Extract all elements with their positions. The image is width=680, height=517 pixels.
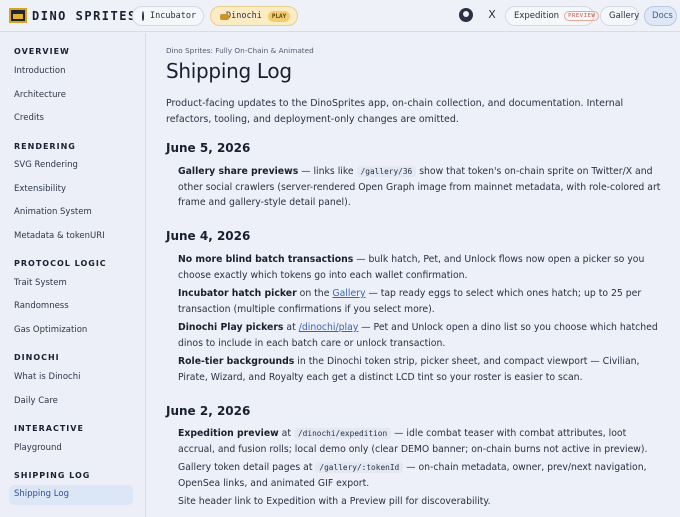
sidebar-item-label: Shipping Log bbox=[14, 489, 69, 499]
intro-paragraph: Product-facing updates to the DinoSprite… bbox=[166, 98, 624, 125]
date-heading: June 4, 2026 bbox=[166, 229, 251, 243]
sidebar-item-gas-optimization[interactable]: Gas Optimization bbox=[14, 325, 87, 335]
sidebar-section-title: PROTOCOL LOGIC bbox=[14, 259, 107, 268]
inline-code: /gallery/:tokenId bbox=[315, 462, 404, 473]
site-logo[interactable]: DINO SPRITES bbox=[9, 8, 137, 23]
nav-dinochi-label: Dinochi bbox=[226, 11, 262, 21]
logo-icon bbox=[9, 8, 27, 23]
entry-title: Expedition preview bbox=[178, 428, 279, 439]
preview-badge: PREVIEW bbox=[564, 11, 600, 21]
sidebar-section-title: OVERVIEW bbox=[14, 47, 70, 56]
log-entry: No more blind batch transactions — bulk … bbox=[178, 252, 662, 283]
entry-text: Gallery token detail pages at bbox=[178, 462, 316, 473]
entry-title: No more blind batch transactions bbox=[178, 254, 354, 265]
date-heading: June 5, 2026 bbox=[166, 141, 251, 155]
gallery-link[interactable]: Gallery bbox=[332, 288, 365, 299]
top-header: DINO SPRITES Incubator Dinochi PLAY X Ex… bbox=[0, 0, 680, 32]
docs-sidebar: OVERVIEW Introduction Architecture Credi… bbox=[0, 33, 146, 517]
breadcrumb: Dino Sprites: Fully On-Chain & Animated bbox=[166, 46, 314, 55]
entry-title: Incubator hatch picker bbox=[178, 288, 297, 299]
entry-text: at bbox=[283, 322, 299, 333]
nav-gallery-button[interactable]: Gallery bbox=[600, 6, 639, 26]
sidebar-item-animation-system[interactable]: Animation System bbox=[14, 207, 92, 217]
nav-gallery-label: Gallery bbox=[609, 11, 640, 21]
log-entry: Expedition preview at /dinochi/expeditio… bbox=[178, 426, 662, 457]
entry-text: — links like bbox=[298, 166, 357, 177]
github-icon[interactable] bbox=[459, 8, 473, 22]
sidebar-item-metadata[interactable]: Metadata & tokenURI bbox=[14, 231, 105, 241]
sidebar-section-title: SHIPPING LOG bbox=[14, 471, 91, 480]
log-entry: Gallery token detail pages at /gallery/:… bbox=[178, 460, 662, 491]
entry-title: Role-tier backgrounds bbox=[178, 356, 295, 367]
sidebar-section-title: RENDERING bbox=[14, 142, 76, 151]
nav-docs-button[interactable]: Docs bbox=[644, 6, 677, 26]
sidebar-item-svg-rendering[interactable]: SVG Rendering bbox=[14, 160, 78, 170]
sidebar-item-trait-system[interactable]: Trait System bbox=[14, 278, 67, 288]
entry-text: at bbox=[278, 428, 294, 439]
sidebar-item-randomness[interactable]: Randomness bbox=[14, 301, 69, 311]
sidebar-section-title: INTERACTIVE bbox=[14, 424, 84, 433]
log-entry: Site header link to Expedition with a Pr… bbox=[178, 494, 662, 510]
sidebar-item-shipping-log[interactable]: Shipping Log bbox=[9, 485, 133, 505]
sidebar-item-introduction[interactable]: Introduction bbox=[14, 66, 65, 76]
nav-incubator-label: Incubator bbox=[150, 11, 197, 21]
sidebar-item-daily-care[interactable]: Daily Care bbox=[14, 396, 58, 406]
log-entry: Dinochi Play pickers at /dinochi/play — … bbox=[178, 320, 662, 351]
nav-incubator-button[interactable]: Incubator bbox=[132, 6, 204, 26]
logo-text: DINO SPRITES bbox=[32, 8, 137, 23]
sidebar-item-playground[interactable]: Playground bbox=[14, 443, 62, 453]
log-entry: Role-tier backgrounds in the Dinochi tok… bbox=[178, 354, 662, 385]
egg-icon bbox=[142, 11, 144, 21]
sidebar-item-architecture[interactable]: Architecture bbox=[14, 90, 66, 100]
sidebar-item-extensibility[interactable]: Extensibility bbox=[14, 184, 66, 194]
entry-text: Site header link to Expedition with a Pr… bbox=[178, 496, 491, 507]
nav-dinochi-button[interactable]: Dinochi PLAY bbox=[210, 6, 298, 26]
inline-code: /gallery/36 bbox=[356, 166, 417, 177]
x-icon[interactable]: X bbox=[485, 8, 499, 22]
page-title: Shipping Log bbox=[166, 59, 292, 83]
sidebar-section-title: DINOCHI bbox=[14, 353, 60, 362]
nav-expedition-label: Expedition bbox=[514, 11, 560, 21]
nav-expedition-button[interactable]: Expedition PREVIEW bbox=[505, 6, 600, 26]
entry-title: Dinochi Play pickers bbox=[178, 322, 284, 333]
nav-docs-label: Docs bbox=[652, 11, 673, 21]
entry-title: Gallery share previews bbox=[178, 166, 299, 177]
entry-text: on the bbox=[296, 288, 333, 299]
dinochi-play-link[interactable]: /dinochi/play bbox=[299, 322, 359, 333]
sidebar-item-credits[interactable]: Credits bbox=[14, 113, 44, 123]
log-entry: Incubator hatch picker on the Gallery — … bbox=[178, 286, 662, 317]
sidebar-item-what-is-dinochi[interactable]: What is Dinochi bbox=[14, 372, 80, 382]
play-badge: PLAY bbox=[267, 10, 291, 22]
date-heading: June 2, 2026 bbox=[166, 404, 251, 418]
log-entry: Gallery share previews — links like /gal… bbox=[178, 164, 662, 211]
inline-code: /dinochi/expedition bbox=[293, 428, 392, 439]
